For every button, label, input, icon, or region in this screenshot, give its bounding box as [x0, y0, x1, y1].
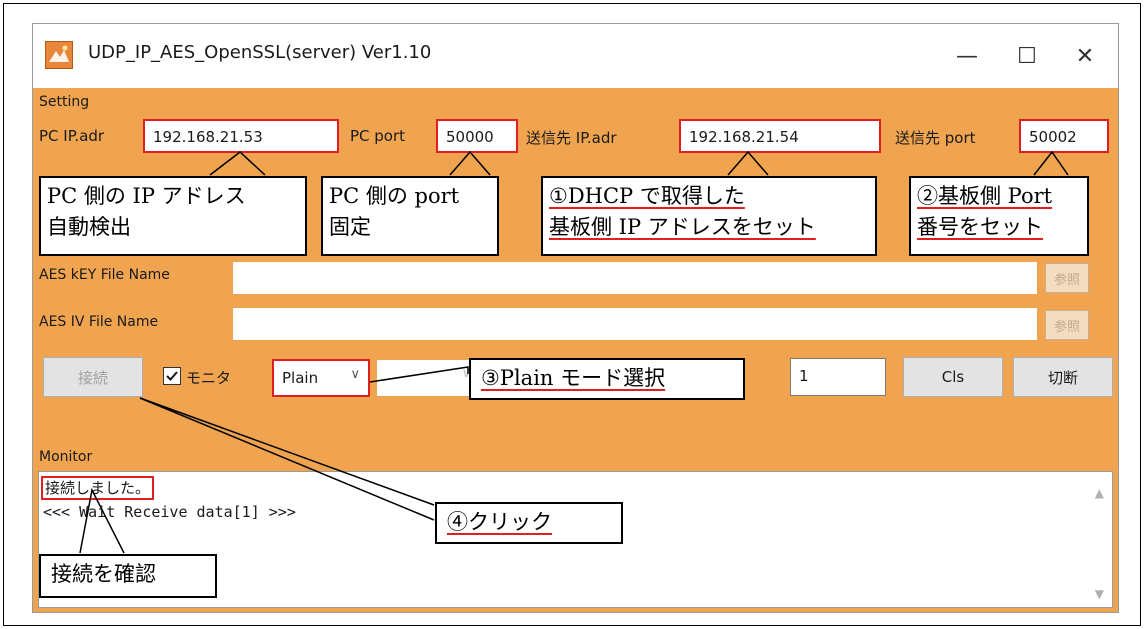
leader-mode	[369, 366, 469, 383]
leader-click-1	[139, 397, 435, 521]
leader-pc-port	[449, 150, 491, 176]
leader-dest-ip	[727, 150, 769, 176]
leader-click-2	[139, 397, 435, 506]
leader-confirm	[79, 487, 125, 554]
leader-pc-ip	[209, 151, 266, 176]
callout-leader-lines	[79, 150, 1069, 554]
leader-dest-port	[1033, 150, 1069, 176]
